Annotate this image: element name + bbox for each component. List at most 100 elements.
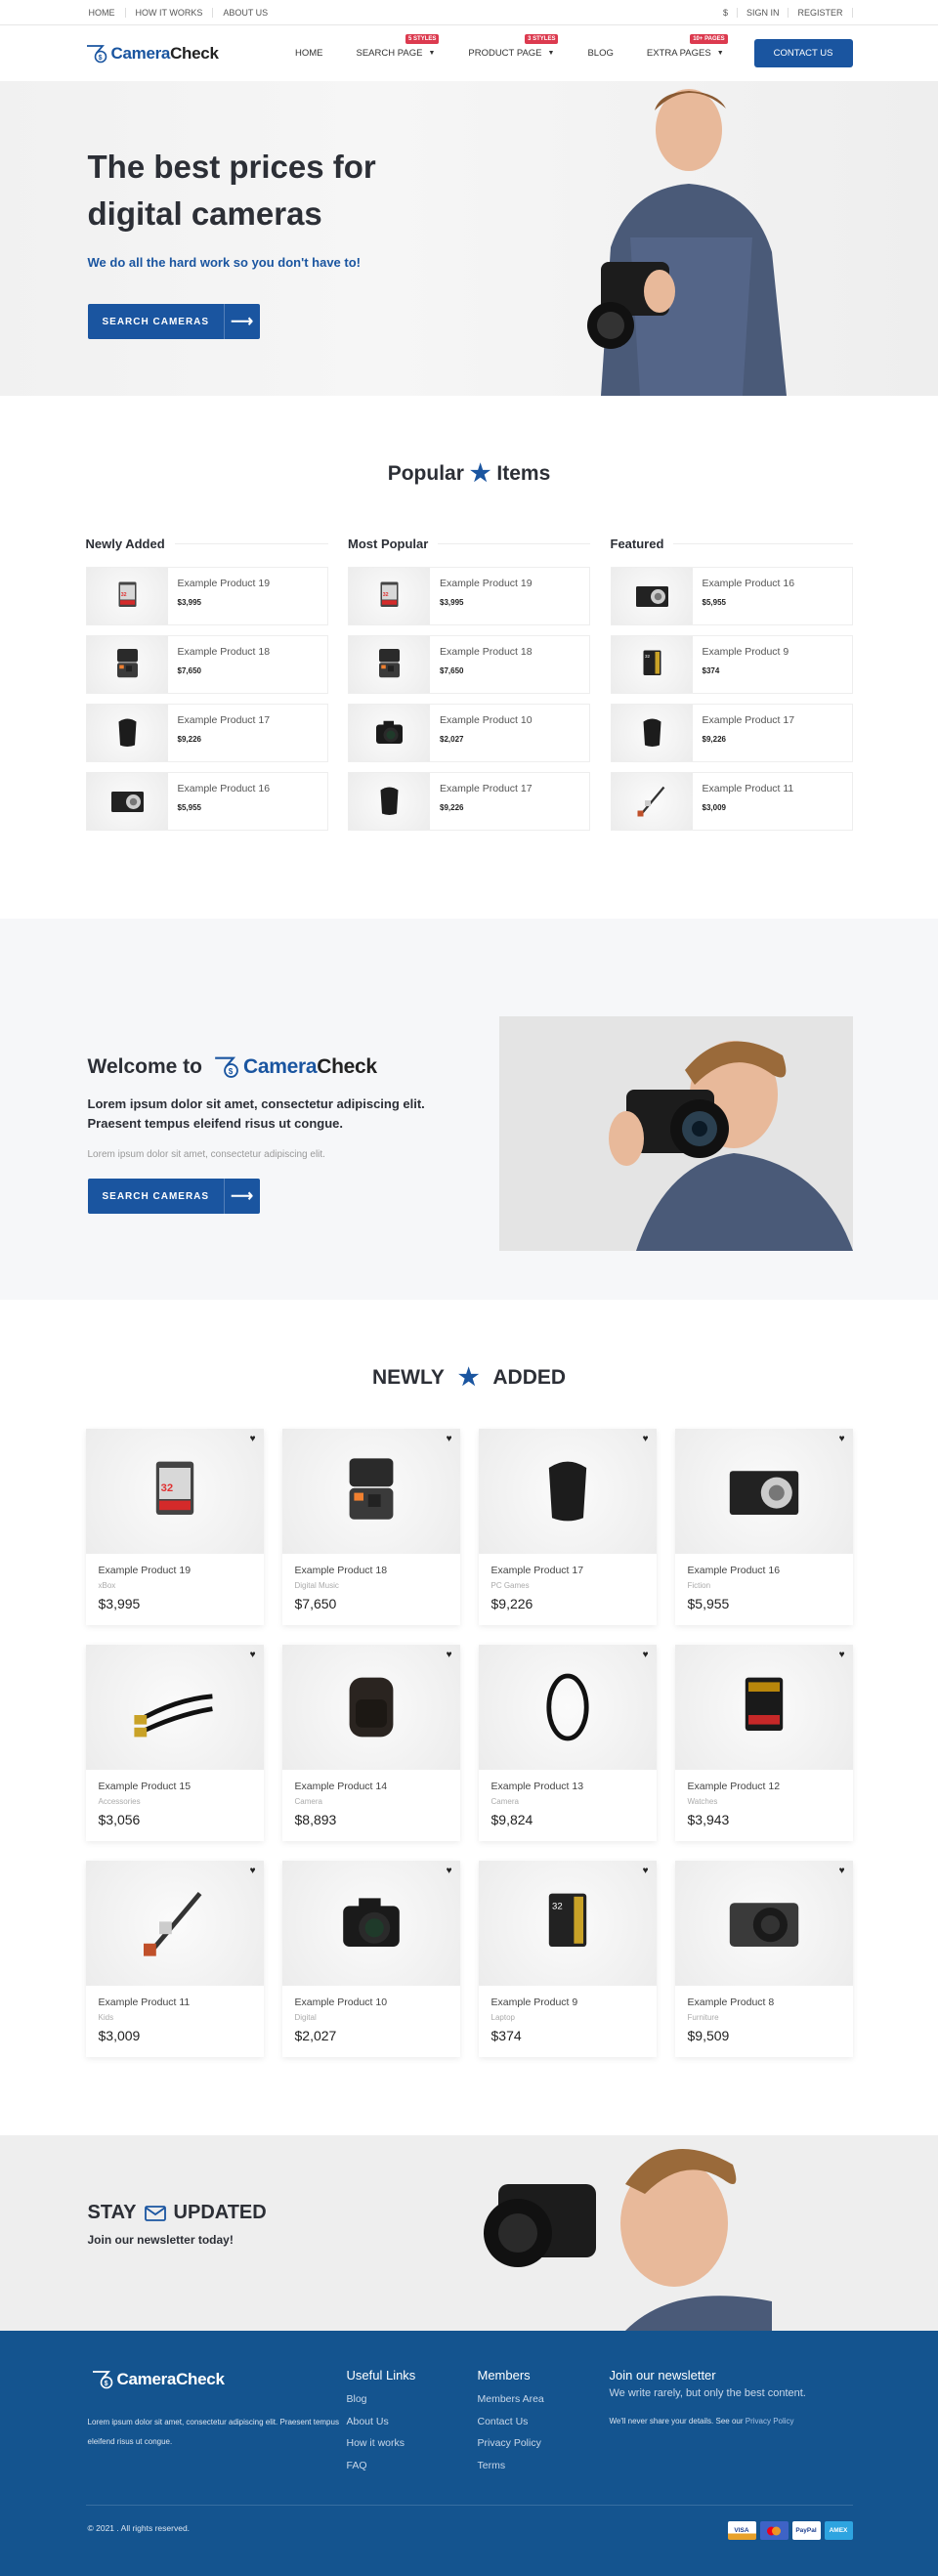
mini-product-item[interactable]: Example Product 17 $9,226: [348, 772, 590, 831]
product-name[interactable]: Example Product 16: [688, 1565, 840, 1576]
heart-icon[interactable]: ♥: [839, 1650, 845, 1660]
mini-product-item[interactable]: Example Product 16 $5,955: [85, 772, 328, 831]
top-bar: HOME HOW IT WORKS ABOUT US $ SIGN IN REG…: [0, 0, 938, 25]
product-name[interactable]: Example Product 13: [491, 1781, 644, 1792]
heart-icon[interactable]: ♥: [447, 1650, 452, 1660]
nav-product-page[interactable]: PRODUCT PAGE ▼ 3 STYLES: [468, 34, 559, 59]
product-name[interactable]: Example Product 16: [178, 783, 271, 794]
footer-link-blog[interactable]: Blog: [347, 2388, 416, 2411]
contact-us-button[interactable]: CONTACT US: [753, 39, 853, 67]
product-name[interactable]: Example Product 9: [491, 1996, 644, 2008]
product-name[interactable]: Example Product 17: [440, 783, 533, 794]
top-link-home[interactable]: HOME: [86, 8, 126, 18]
product-name[interactable]: Example Product 18: [178, 646, 271, 658]
mini-product-item[interactable]: Example Product 18 $7,650: [85, 635, 328, 694]
footer-link-how-it-works[interactable]: How it works: [347, 2432, 416, 2455]
product-name[interactable]: Example Product 9: [703, 646, 789, 658]
product-card[interactable]: ♥ Example Product 10 Digital $2,027: [281, 1861, 460, 2057]
top-link-how-it-works[interactable]: HOW IT WORKS: [126, 8, 214, 18]
product-name[interactable]: Example Product 17: [703, 714, 795, 726]
sign-in-link[interactable]: SIGN IN: [738, 8, 789, 18]
product-name[interactable]: Example Product 8: [688, 1996, 840, 2008]
heart-icon[interactable]: ♥: [839, 1434, 845, 1444]
product-card[interactable]: 32 ♥ Example Product 19 xBox $3,995: [85, 1429, 264, 1625]
heart-icon[interactable]: ♥: [643, 1650, 649, 1660]
logo-text-camera: Camera: [242, 1055, 318, 1078]
hero-search-cameras-button[interactable]: SEARCH CAMERAS ⟶: [87, 304, 261, 339]
product-name[interactable]: Example Product 11: [703, 783, 794, 794]
footer-link-members-area[interactable]: Members Area: [478, 2388, 544, 2411]
heart-icon[interactable]: ♥: [447, 1434, 452, 1444]
mini-product-item[interactable]: 32 Example Product 19 $3,995: [348, 567, 590, 625]
privacy-policy-link[interactable]: Privacy Policy: [746, 2417, 794, 2426]
mini-product-item[interactable]: 32 Example Product 9 $374: [610, 635, 853, 694]
product-name[interactable]: Example Product 14: [295, 1781, 448, 1792]
product-name[interactable]: Example Product 10: [440, 714, 533, 726]
svg-text:32: 32: [645, 654, 651, 659]
product-name[interactable]: Example Product 19: [99, 1565, 251, 1576]
heart-icon[interactable]: ♥: [250, 1434, 256, 1444]
product-card[interactable]: ♥ Example Product 12 Watches $3,943: [674, 1645, 853, 1841]
nav-blog[interactable]: BLOG: [587, 48, 613, 59]
product-name[interactable]: Example Product 18: [295, 1565, 448, 1576]
section-title-left: NEWLY: [371, 1365, 445, 1389]
product-card[interactable]: ♥ Example Product 16 Fiction $5,955: [674, 1429, 853, 1625]
product-name[interactable]: Example Product 15: [99, 1781, 251, 1792]
product-category: Digital Music: [294, 1581, 339, 1590]
product-image-area: 32 ♥: [85, 1429, 264, 1554]
welcome-title: Welcome to $ Camera Check: [88, 1055, 378, 1079]
mini-product-item[interactable]: Example Product 17 $9,226: [85, 704, 328, 762]
product-name[interactable]: Example Product 17: [178, 714, 271, 726]
product-price: $3,009: [98, 2028, 141, 2043]
welcome-small-text: Lorem ipsum dolor sit amet, consectetur …: [87, 1149, 325, 1160]
heart-icon[interactable]: ♥: [250, 1866, 256, 1876]
section-title-left: STAY: [87, 2202, 137, 2223]
mini-product-item[interactable]: 32 Example Product 19 $3,995: [85, 567, 328, 625]
mini-product-item[interactable]: Example Product 18 $7,650: [348, 635, 590, 694]
site-logo[interactable]: $ Camera Check: [86, 44, 219, 64]
heart-icon[interactable]: ♥: [250, 1650, 256, 1660]
mini-product-item[interactable]: Example Product 16 $5,955: [610, 567, 853, 625]
product-name[interactable]: Example Product 19: [440, 578, 533, 589]
currency-selector[interactable]: $: [720, 8, 738, 18]
nav-home[interactable]: HOME: [295, 48, 323, 59]
product-card[interactable]: ♥ Example Product 13 Camera $9,824: [478, 1645, 657, 1841]
product-category: Camera: [490, 1797, 519, 1806]
footer-link-terms[interactable]: Terms: [478, 2455, 544, 2477]
welcome-search-cameras-button[interactable]: SEARCH CAMERAS ⟶: [87, 1179, 261, 1214]
footer-link-contact-us[interactable]: Contact Us: [478, 2411, 544, 2433]
footer-link-faq[interactable]: FAQ: [347, 2455, 416, 2477]
top-link-about-us[interactable]: ABOUT US: [213, 8, 277, 18]
product-image: 32: [643, 650, 661, 676]
product-name[interactable]: Example Product 17: [491, 1565, 644, 1576]
register-link[interactable]: REGISTER: [789, 8, 853, 18]
product-card[interactable]: 32 ♥ Example Product 9 Laptop $374: [478, 1861, 657, 2057]
mini-product-info: Example Product 17 $9,226: [168, 705, 280, 761]
product-card[interactable]: ♥ Example Product 15 Accessories $3,056: [85, 1645, 264, 1841]
product-card[interactable]: ♥ Example Product 8 Furniture $9,509: [674, 1861, 853, 2057]
product-name[interactable]: Example Product 16: [703, 578, 795, 589]
product-price: $5,955: [177, 803, 201, 812]
product-card[interactable]: ♥ Example Product 17 PC Games $9,226: [478, 1429, 657, 1625]
product-card[interactable]: ♥ Example Product 18 Digital Music $7,65…: [281, 1429, 460, 1625]
heart-icon[interactable]: ♥: [643, 1434, 649, 1444]
product-name[interactable]: Example Product 12: [688, 1781, 840, 1792]
mini-product-item[interactable]: Example Product 11 $3,009: [610, 772, 853, 831]
mini-product-item[interactable]: Example Product 10 $2,027: [348, 704, 590, 762]
nav-search-page[interactable]: SEARCH PAGE ▼ 5 STYLES: [357, 34, 440, 59]
footer-link-about-us[interactable]: About Us: [347, 2411, 416, 2433]
product-name[interactable]: Example Product 10: [295, 1996, 448, 2008]
nav-extra-pages[interactable]: EXTRA PAGES ▼ 10+ PAGES: [647, 34, 728, 59]
product-name[interactable]: Example Product 11: [99, 1996, 251, 2008]
heart-icon[interactable]: ♥: [447, 1866, 452, 1876]
product-card[interactable]: ♥ Example Product 14 Camera $8,893: [281, 1645, 460, 1841]
product-card[interactable]: ♥ Example Product 11 Kids $3,009: [85, 1861, 264, 2057]
footer-logo[interactable]: $ Camera Check: [92, 2370, 225, 2389]
popular-column: Most Popular 32 Example Product 19 $3,99…: [348, 537, 590, 840]
heart-icon[interactable]: ♥: [839, 1866, 845, 1876]
footer-link-privacy-policy[interactable]: Privacy Policy: [478, 2432, 544, 2455]
product-name[interactable]: Example Product 19: [178, 578, 271, 589]
product-name[interactable]: Example Product 18: [440, 646, 533, 658]
heart-icon[interactable]: ♥: [643, 1866, 649, 1876]
mini-product-item[interactable]: Example Product 17 $9,226: [610, 704, 853, 762]
